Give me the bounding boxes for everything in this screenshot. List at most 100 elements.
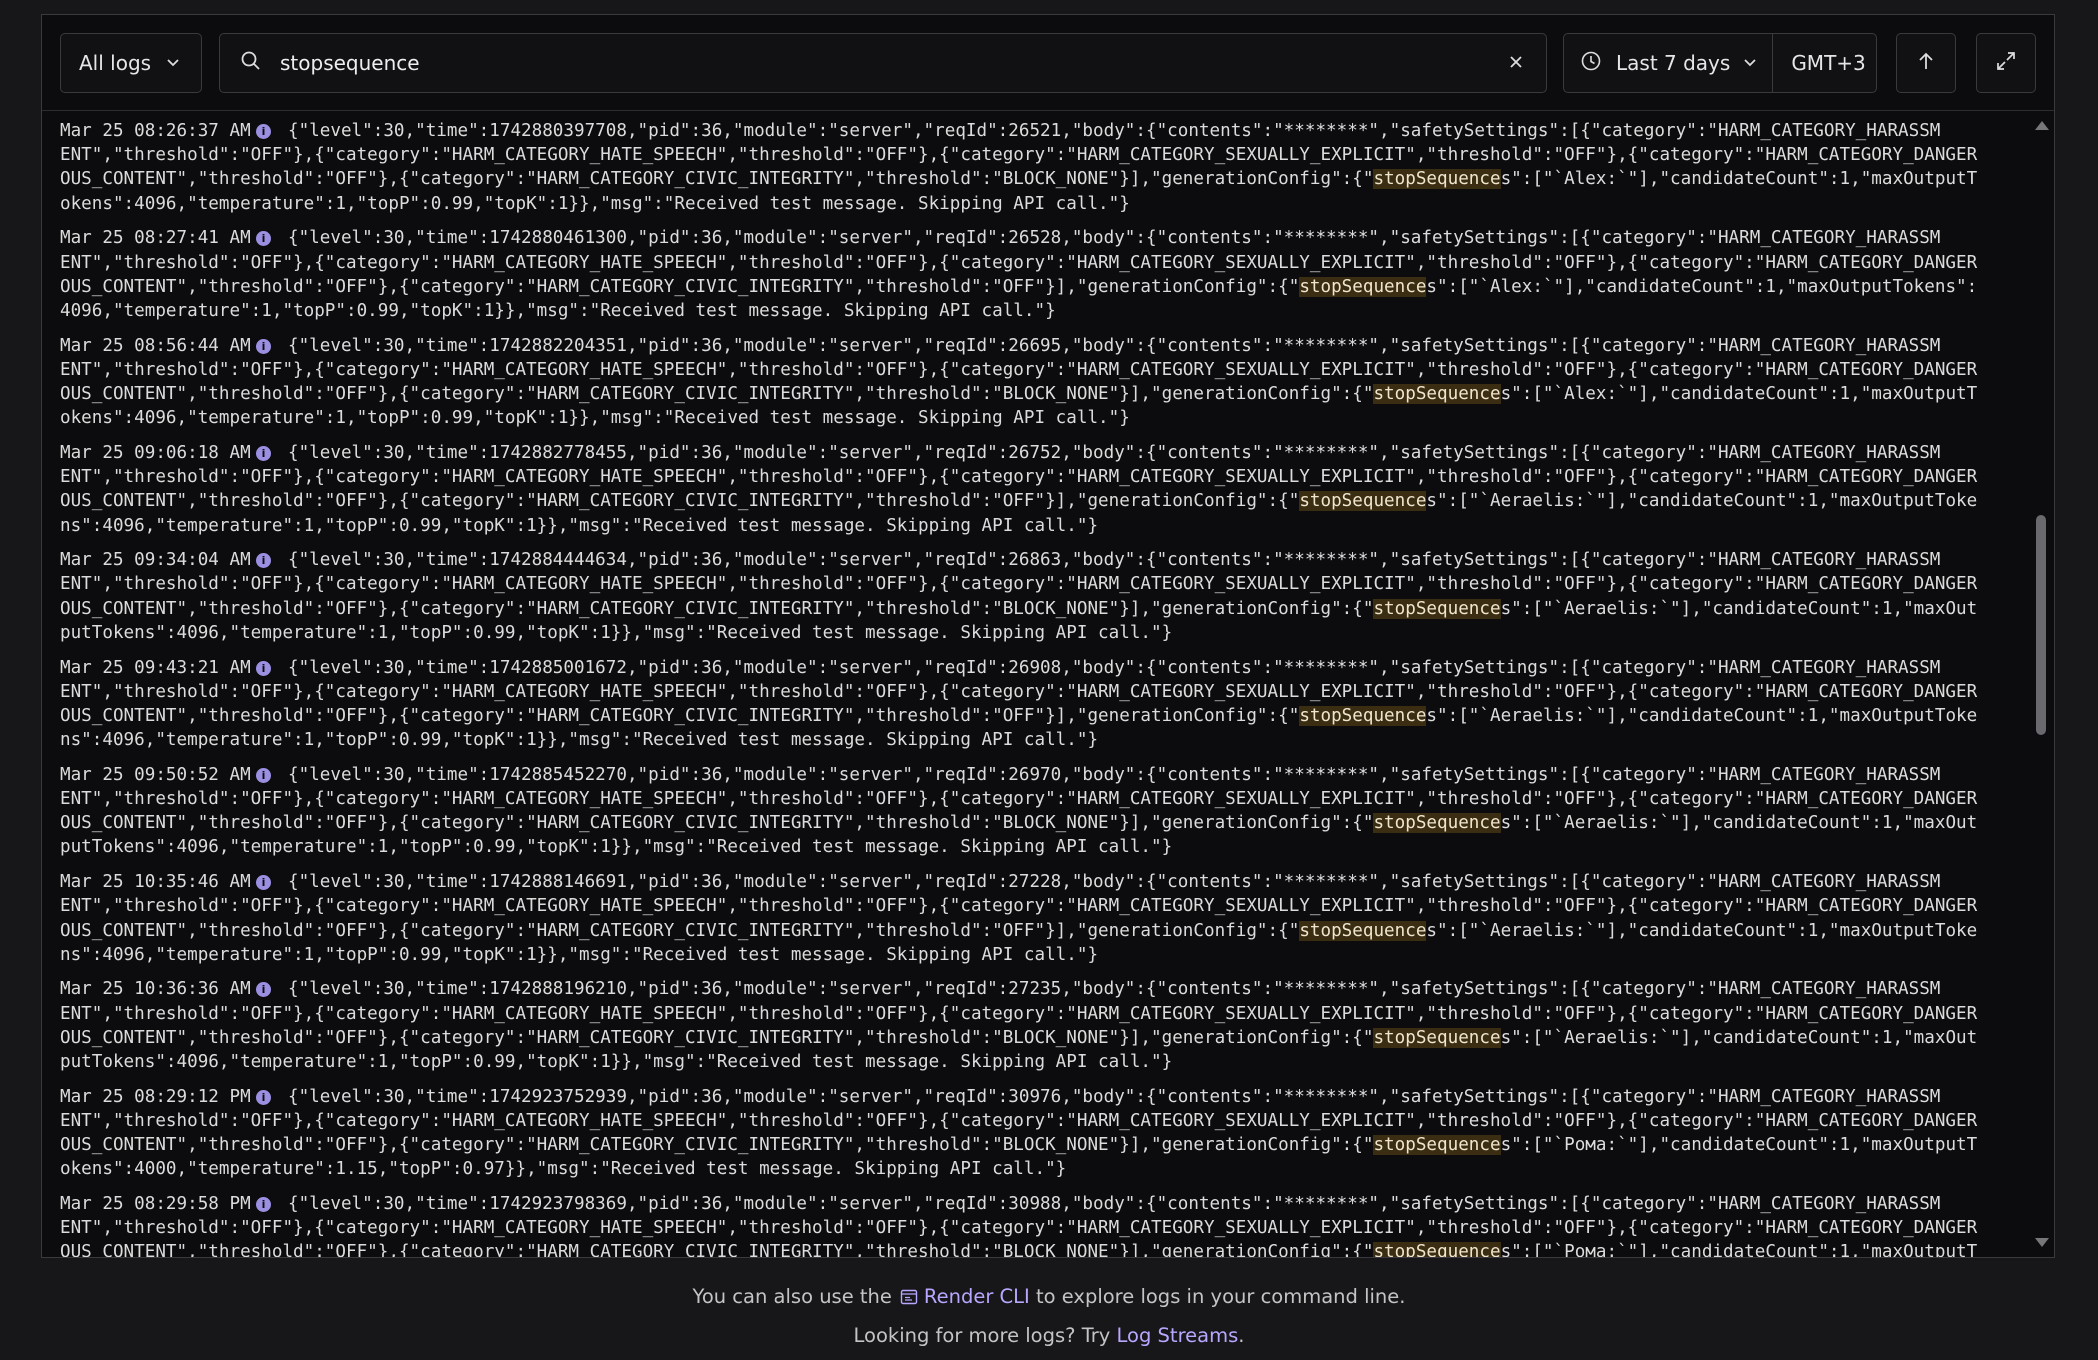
log-entry[interactable]: Mar 25 09:06:18 AM i {"level":30,"time":17… [60, 441, 2020, 538]
log-line: okens":4096,"temperature":1,"topP":0.99,… [60, 406, 2020, 430]
log-timestamp: Mar 25 08:26:37 AM [60, 121, 251, 141]
log-text: putTokens":4096,"temperature":1,"topP":0… [60, 1052, 1173, 1072]
log-entry[interactable]: Mar 25 09:43:21 AM i {"level":30,"time":17… [60, 656, 2020, 753]
log-text: ns":4096,"temperature":1,"topP":0.99,"to… [60, 515, 1099, 536]
log-line: ENT","threshold":"OFF"},{"category":"HAR… [60, 143, 2020, 167]
log-text: OUS_CONTENT","threshold":"OFF"},{"catego… [60, 384, 1978, 404]
search-input[interactable] [278, 50, 1482, 76]
log-entry[interactable]: Mar 25 08:26:37 AM i {"level":30,"time":17… [60, 119, 2020, 216]
log-text: {"level":30,"time":1742888146691,"pid":3… [288, 872, 1941, 893]
info-level-icon: i [256, 767, 271, 783]
log-entry[interactable]: Mar 25 08:29:12 PM i {"level":30,"time":17… [60, 1085, 2020, 1182]
log-entry[interactable]: Mar 25 08:27:41 AM i {"level":30,"time":17… [60, 226, 2020, 323]
log-line: OUS_CONTENT","threshold":"OFF"},{"catego… [60, 167, 2020, 191]
log-text: {"level":30,"time":1742923752939,"pid":3… [288, 1086, 1941, 1107]
log-text: ENT","threshold":"OFF"},{"category":"HAR… [60, 467, 1978, 488]
log-text: OUS_CONTENT","threshold":"OFF"},{"catego… [60, 1135, 1978, 1156]
log-line: OUS_CONTENT","threshold":"OFF"},{"catego… [60, 1240, 2020, 1257]
log-entry[interactable]: Mar 25 10:35:46 AM i {"level":30,"time":17… [60, 870, 2020, 967]
log-text: ENT","threshold":"OFF"},{"category":"HAR… [60, 252, 1978, 273]
log-filter-label: All logs [79, 51, 152, 75]
arrow-up-icon [1916, 50, 1936, 77]
log-line: ENT","threshold":"OFF"},{"category":"HAR… [60, 572, 2020, 596]
logs-toolbar: All logs Last 7 days [42, 15, 2054, 111]
scroll-up-arrow-icon[interactable] [2035, 121, 2049, 130]
terminal-icon [900, 1288, 918, 1311]
info-level-icon: i [256, 231, 271, 247]
log-streams-hint-end: . [1238, 1324, 1245, 1347]
log-list[interactable]: Mar 25 08:26:37 AM i {"level":30,"time":17… [42, 111, 2054, 1257]
log-entry[interactable]: Mar 25 10:36:36 AM i {"level":30,"time":17… [60, 977, 2020, 1074]
log-entry[interactable]: Mar 25 09:34:04 AM i {"level":30,"time":17… [60, 548, 2020, 645]
log-text: OUS_CONTENT","threshold":"OFF"},{"catego… [60, 276, 1978, 297]
log-line: OUS_CONTENT","threshold":"OFF"},{"catego… [60, 811, 2020, 835]
expand-icon [1994, 49, 2018, 78]
log-line: ns":4096,"temperature":1,"topP":0.99,"to… [60, 943, 2020, 967]
log-line: ns":4096,"temperature":1,"topP":0.99,"to… [60, 728, 2020, 752]
log-text: {"level":30,"time":1742880397708,"pid":3… [288, 121, 1941, 141]
log-line: OUS_CONTENT","threshold":"OFF"},{"catego… [60, 1133, 2020, 1157]
search-match-highlight: stopSequence [1373, 1027, 1501, 1048]
log-text: OUS_CONTENT","threshold":"OFF"},{"catego… [60, 169, 1978, 190]
log-text: {"level":30,"time":1742885452270,"pid":3… [288, 764, 1941, 785]
log-filter-select[interactable]: All logs [60, 33, 202, 93]
search-icon [240, 50, 262, 77]
info-level-icon: i [256, 553, 271, 569]
clear-search-icon[interactable] [1504, 50, 1528, 79]
log-line: okens":4000,"temperature":1.15,"topP":0.… [60, 1157, 2020, 1181]
log-line: 4096,"temperature":1,"topP":0.99,"topK":… [60, 299, 2020, 323]
timezone-select[interactable]: GMT+3 [1773, 51, 1865, 75]
fullscreen-button[interactable] [1976, 33, 2036, 93]
log-text: OUS_CONTENT","threshold":"OFF"},{"catego… [60, 491, 1978, 512]
log-line: Mar 25 09:50:52 AM i {"level":30,"time":17… [60, 763, 2020, 787]
log-line: OUS_CONTENT","threshold":"OFF"},{"catego… [60, 275, 2020, 299]
log-entry[interactable]: Mar 25 08:56:44 AM i {"level":30,"time":17… [60, 334, 2020, 431]
log-line: putTokens":4096,"temperature":1,"topP":0… [60, 621, 2020, 645]
search-match-highlight: stopSequence [1373, 813, 1501, 834]
log-text: okens":4096,"temperature":1,"topP":0.99,… [60, 193, 1130, 214]
log-entry[interactable]: Mar 25 08:29:58 PM i {"level":30,"time":17… [60, 1192, 2020, 1257]
search-match-highlight: stopSequence [1373, 1135, 1501, 1156]
time-range-select[interactable]: Last 7 days [1564, 34, 1774, 92]
scroll-down-arrow-icon[interactable] [2035, 1238, 2049, 1247]
log-line: okens":4096,"temperature":1,"topP":0.99,… [60, 192, 2020, 216]
info-level-icon: i [256, 982, 271, 998]
cli-hint-text: You can also use the [692, 1285, 892, 1308]
log-text: {"level":30,"time":1742923798369,"pid":3… [288, 1194, 1941, 1214]
log-line: putTokens":4096,"temperature":1,"topP":0… [60, 1050, 2020, 1074]
search-match-highlight: stopSequence [1373, 169, 1501, 190]
scrollbar-thumb[interactable] [2036, 515, 2046, 735]
log-line: ENT","threshold":"OFF"},{"category":"HAR… [60, 251, 2020, 275]
log-line: ENT","threshold":"OFF"},{"category":"HAR… [60, 894, 2020, 918]
log-line: Mar 25 08:29:58 PM i {"level":30,"time":17… [60, 1192, 2020, 1216]
log-line: OUS_CONTENT","threshold":"OFF"},{"catego… [60, 382, 2020, 406]
log-text: ENT","threshold":"OFF"},{"category":"HAR… [60, 359, 1978, 380]
log-line: Mar 25 08:27:41 AM i {"level":30,"time":17… [60, 226, 2020, 250]
log-timestamp: Mar 25 09:50:52 AM [60, 764, 251, 785]
log-scrollbar[interactable] [2028, 111, 2054, 1257]
log-line: Mar 25 08:56:44 AM i {"level":30,"time":17… [60, 334, 2020, 358]
log-text: ns":4096,"temperature":1,"topP":0.99,"to… [60, 730, 1099, 751]
info-level-icon: i [256, 338, 271, 354]
scroll-to-top-button[interactable] [1896, 33, 1956, 93]
cli-hint-text-end: to explore logs in your command line. [1035, 1285, 1406, 1308]
log-line: ENT","threshold":"OFF"},{"category":"HAR… [60, 787, 2020, 811]
log-line: OUS_CONTENT","threshold":"OFF"},{"catego… [60, 1026, 2020, 1050]
log-timestamp: Mar 25 10:36:36 AM [60, 979, 251, 1000]
render-cli-link[interactable]: Render CLI [924, 1285, 1030, 1308]
info-level-icon: i [256, 445, 271, 461]
log-line: OUS_CONTENT","threshold":"OFF"},{"catego… [60, 597, 2020, 621]
logs-panel: All logs Last 7 days [41, 14, 2055, 1258]
log-text: OUS_CONTENT","threshold":"OFF"},{"catego… [60, 705, 1978, 726]
cli-hint: You can also use the Render CLI to explor… [0, 1285, 2098, 1311]
log-streams-link[interactable]: Log Streams [1117, 1324, 1239, 1347]
info-level-icon: i [256, 124, 271, 139]
search-match-highlight: stopSequence [1299, 491, 1427, 512]
log-text: {"level":30,"time":1742882204351,"pid":3… [288, 335, 1941, 356]
log-text: ENT","threshold":"OFF"},{"category":"HAR… [60, 896, 1978, 917]
log-text: ENT","threshold":"OFF"},{"category":"HAR… [60, 1218, 1978, 1239]
log-entry[interactable]: Mar 25 09:50:52 AM i {"level":30,"time":17… [60, 763, 2020, 860]
log-text: okens":4000,"temperature":1.15,"topP":0.… [60, 1159, 1067, 1180]
time-controls: Last 7 days GMT+3 [1563, 33, 1877, 93]
log-text: {"level":30,"time":1742880461300,"pid":3… [288, 228, 1941, 249]
